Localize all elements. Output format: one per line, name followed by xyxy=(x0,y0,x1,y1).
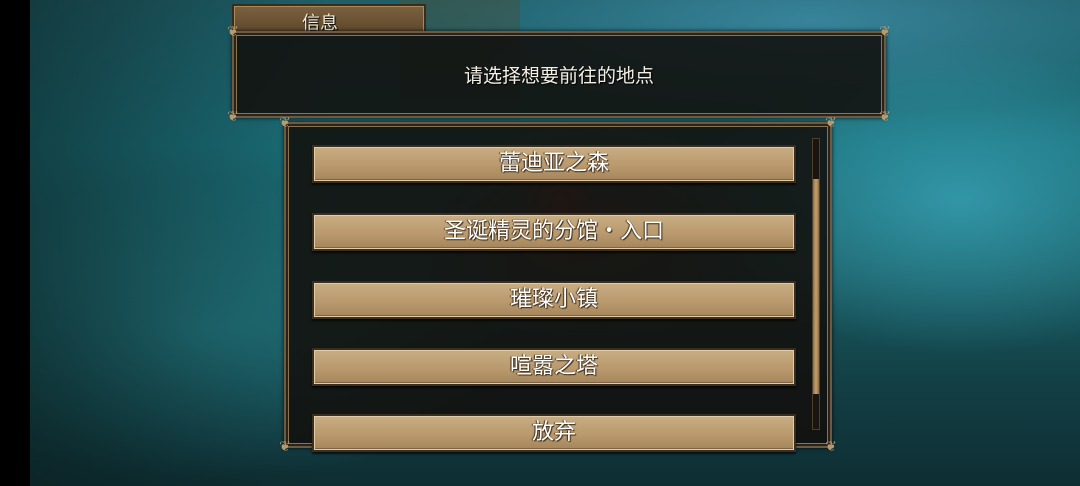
ornate-corner-icon: ❦ xyxy=(227,24,239,40)
ornate-corner-icon: ❦ xyxy=(279,115,291,131)
message-panel: 请选择想要前往的地点 ❦ ❦ ❦ ❦ xyxy=(227,25,891,124)
destination-option-button[interactable]: 璀璨小镇 xyxy=(312,281,796,319)
destination-option-button[interactable]: 喧嚣之塔 xyxy=(312,348,796,386)
destination-option-button[interactable]: 圣诞精灵的分馆・入口 xyxy=(312,213,796,251)
dialog-message: 请选择想要前往的地点 xyxy=(463,65,654,87)
destination-option-button[interactable]: 蕾迪亚之森 xyxy=(312,145,796,183)
scrollbar-thumb[interactable] xyxy=(813,179,819,394)
cancel-button[interactable]: 放弃 xyxy=(312,414,796,452)
ornate-corner-icon: ❦ xyxy=(227,109,239,125)
ornate-corner-icon: ❦ xyxy=(279,439,291,455)
options-scrollbar[interactable] xyxy=(812,138,820,430)
ornate-corner-icon: ❦ xyxy=(825,439,837,455)
ornate-corner-icon: ❦ xyxy=(879,109,891,125)
ornate-corner-icon: ❦ xyxy=(879,24,891,40)
ornate-corner-icon: ❦ xyxy=(825,115,837,131)
